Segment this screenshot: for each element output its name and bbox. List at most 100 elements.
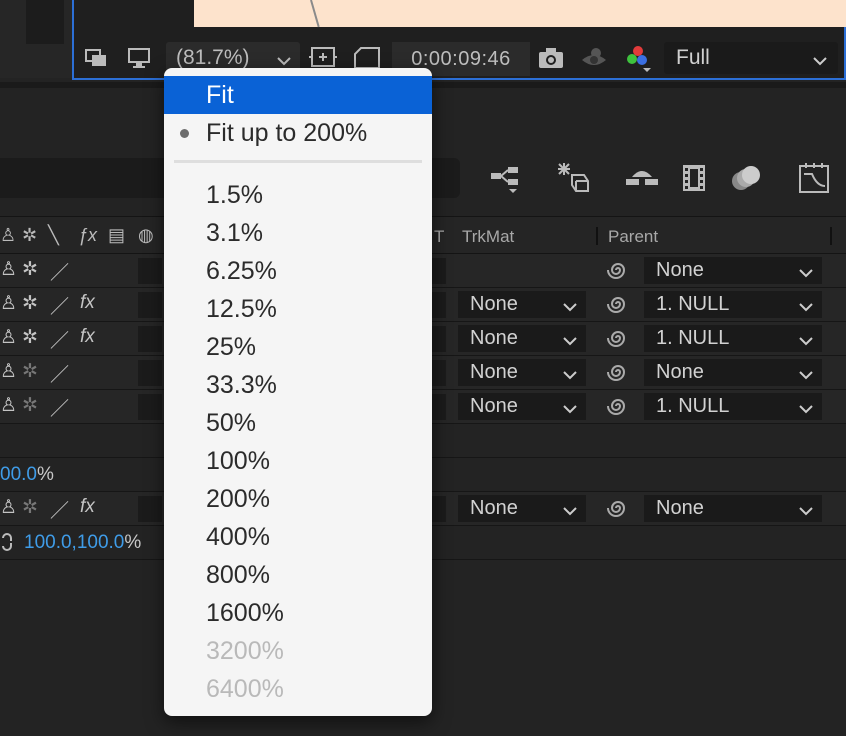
menu-item-zoom[interactable]: 3.1% [164,214,432,252]
parent-pick-whip-icon[interactable] [606,292,630,321]
parent-pick-whip-icon[interactable] [606,496,630,525]
shy-icon[interactable]: ♙ [0,292,17,315]
chevron-down-icon [562,399,578,422]
quality-icon[interactable]: ／ [50,496,69,523]
shy-layers-icon[interactable] [622,160,662,196]
frame-blending-icon[interactable] [674,160,714,196]
parent-pick-whip-icon[interactable] [606,326,630,355]
chevron-down-icon [798,501,814,524]
trkmat-dropdown[interactable]: None [458,291,586,318]
effects-icon[interactable]: fx [80,496,95,518]
menu-item-label: 3200% [206,636,284,665]
chevron-down-icon [812,50,828,74]
quality-switch-icon: ╲ [48,225,59,245]
quality-icon[interactable]: ／ [50,292,69,319]
menu-item-label: 3.1% [206,218,263,247]
show-snapshot-icon[interactable] [578,44,610,72]
menu-item-zoom[interactable]: 12.5% [164,290,432,328]
chevron-down-icon [562,365,578,388]
chevron-down-icon [798,297,814,320]
menu-item-label: Fit [206,80,234,109]
parent-dropdown[interactable]: None [644,495,822,522]
graph-editor-icon[interactable] [794,160,834,196]
parent-dropdown[interactable]: 1. NULL [644,393,822,420]
property-unit: % [36,464,54,485]
parent-pick-whip-icon[interactable] [606,360,630,389]
parent-value: None [656,361,704,383]
menu-item-label: 400% [206,522,270,551]
always-preview-icon[interactable] [84,44,110,72]
menu-item-zoom[interactable]: 50% [164,404,432,442]
parent-value: None [656,497,704,519]
rgb-channel-icon[interactable] [622,44,654,72]
collapse-icon[interactable]: ✲ [22,326,38,349]
column-t-fragment: T [434,227,445,246]
quality-icon[interactable]: ／ [50,360,69,387]
scale-y-value[interactable]: 100.0 [77,532,125,553]
quality-icon[interactable]: ／ [50,394,69,421]
collapse-icon[interactable]: ✲ [22,258,38,281]
menu-item-label: Fit up to 200% [206,118,368,147]
parent-dropdown[interactable]: None [644,359,822,386]
timecode-text: 0:00:09:46 [411,47,511,70]
parent-value: 1. NULL [656,395,730,417]
chevron-down-icon [562,501,578,524]
effects-icon[interactable]: fx [80,292,95,314]
menu-item-fit-up-to-200[interactable]: Fit up to 200% [164,114,432,152]
shy-icon[interactable]: ♙ [0,326,17,349]
shy-icon[interactable]: ♙ [0,496,17,519]
column-parent[interactable]: Parent [608,227,658,247]
motion-blur-icon[interactable] [726,160,766,196]
shy-icon[interactable]: ♙ [0,258,17,281]
quality-icon[interactable]: ／ [50,326,69,353]
scale-x-value[interactable]: 100.0 [24,532,72,553]
menu-item-zoom[interactable]: 33.3% [164,366,432,404]
menu-item-label: 25% [206,332,257,361]
trkmat-dropdown[interactable]: None [458,359,586,386]
menu-item-fit[interactable]: Fit [164,76,432,114]
parent-dropdown[interactable]: 1. NULL [644,325,822,352]
property-value[interactable]: 00.0 [0,464,37,485]
menu-item-zoom[interactable]: 100% [164,442,432,480]
monitor-icon[interactable] [126,44,152,72]
composition-canvas[interactable] [194,0,846,28]
shy-icon[interactable]: ♙ [0,360,17,383]
parent-value: 1. NULL [656,293,730,315]
collapse-icon[interactable]: ✲ [22,394,38,417]
menu-item-zoom[interactable]: 6.25% [164,252,432,290]
parent-pick-whip-icon[interactable] [606,258,630,287]
collapse-icon[interactable]: ✲ [22,496,38,519]
effects-switch-icon: ƒx [78,225,98,245]
menu-item-zoom[interactable]: 1600% [164,594,432,632]
chevron-down-icon [562,297,578,320]
effects-icon[interactable]: fx [80,326,95,348]
quality-icon[interactable]: ／ [50,258,69,285]
parent-value: None [656,259,704,281]
trkmat-dropdown[interactable]: None [458,325,586,352]
collapse-icon[interactable]: ✲ [22,360,38,383]
parent-pick-whip-icon[interactable] [606,394,630,423]
trkmat-value: None [470,361,518,383]
magnification-value: (81.7%) [176,46,250,69]
collapse-icon[interactable]: ✲ [22,292,38,315]
menu-item-label: 200% [206,484,270,513]
column-trkmat[interactable]: TrkMat [462,227,514,247]
menu-item-zoom[interactable]: 25% [164,328,432,366]
trkmat-dropdown[interactable]: None [458,393,586,420]
shy-icon[interactable]: ♙ [0,394,17,417]
draft-3d-icon[interactable] [552,160,592,196]
menu-item-zoom[interactable]: 1.5% [164,176,432,214]
scale-unit: % [124,532,142,553]
menu-item-zoom[interactable]: 400% [164,518,432,556]
snapshot-camera-icon[interactable] [536,44,566,72]
comp-flowchart-icon[interactable] [486,160,526,196]
parent-dropdown[interactable]: None [644,257,822,284]
parent-dropdown[interactable]: 1. NULL [644,291,822,318]
trkmat-dropdown[interactable]: None [458,495,586,522]
constrain-proportions-icon[interactable] [0,532,18,558]
checked-dot-icon [180,129,189,138]
collapse-switch-icon: ✲ [22,225,38,245]
resolution-dropdown[interactable]: Full [664,42,838,74]
menu-item-zoom[interactable]: 800% [164,556,432,594]
menu-item-zoom[interactable]: 200% [164,480,432,518]
